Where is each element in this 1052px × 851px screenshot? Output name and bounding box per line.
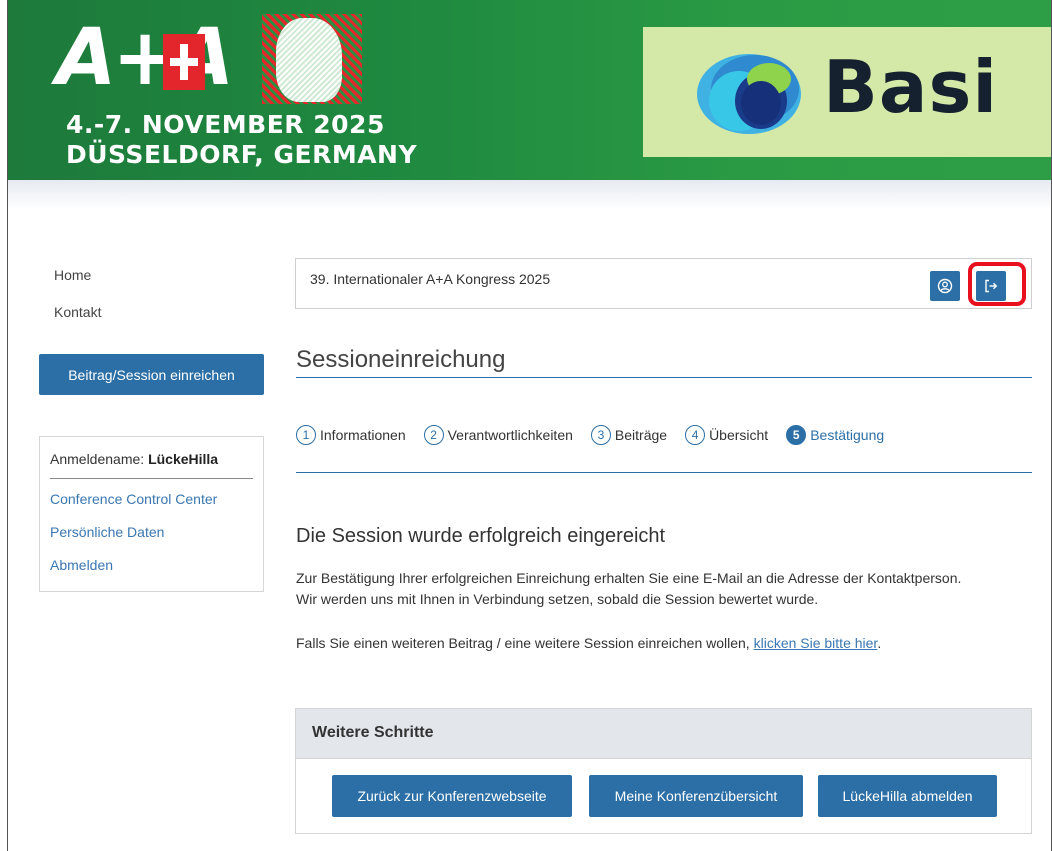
step-number: 5 (786, 425, 807, 445)
step-bestaetigung: 5 Bestätigung (786, 425, 884, 445)
back-to-website-button[interactable]: Zurück zur Konferenzwebseite (332, 775, 572, 817)
header-banner: A+A 4.-7. NOVEMBER 2025 DÜSSELDORF, GERM… (8, 0, 1051, 180)
success-heading: Die Session wurde erfolgreich eingereich… (296, 525, 666, 547)
nav-link-home[interactable]: Home (54, 267, 91, 283)
page-frame: A+A 4.-7. NOVEMBER 2025 DÜSSELDORF, GERM… (7, 0, 1052, 851)
user-logout-button[interactable]: LückeHilla abmelden (818, 775, 997, 817)
confirmation-text: Zur Bestätigung Ihrer erfolgreichen Einr… (296, 568, 1036, 610)
next-steps-title: Weitere Schritte (312, 724, 434, 741)
sponsor-logo-icon (697, 54, 801, 134)
next-steps-header: Weitere Schritte (296, 709, 1031, 759)
submit-session-button[interactable]: Beitrag/Session einreichen (39, 354, 264, 395)
step-label: Bestätigung (810, 427, 885, 443)
sponsor-banner: Basi (643, 27, 1051, 157)
sponsor-name: Basi (823, 45, 998, 129)
next-steps-panel: Weitere Schritte Zurück zur Konferenzweb… (295, 708, 1032, 834)
step-number: 3 (590, 425, 611, 445)
event-date-location: 4.-7. NOVEMBER 2025 DÜSSELDORF, GERMANY (66, 110, 417, 170)
page-title: Sessioneinreichung (296, 346, 506, 373)
step-number: 1 (296, 425, 316, 445)
login-name-label: Anmeldename: (50, 451, 145, 467)
step-beitraege: 3 Beiträge (590, 425, 668, 445)
step-uebersicht: 4 Übersicht (685, 425, 768, 445)
profile-button[interactable] (930, 271, 960, 301)
user-circle-icon (937, 278, 953, 294)
event-logo-cross-icon (163, 34, 205, 90)
banner-shadow (8, 180, 1051, 210)
step-label: Verantwortlichkeiten (447, 427, 573, 443)
logout-highlight-marker (968, 262, 1026, 306)
confirmation-line-2: Wir werden uns mit Ihnen in Verbindung s… (296, 591, 819, 607)
conference-control-center-link[interactable]: Conference Control Center (50, 491, 217, 507)
step-label: Informationen (320, 427, 406, 443)
event-logo-head-icon (276, 18, 342, 102)
login-name: Anmeldename: LückeHilla (50, 451, 218, 467)
step-verantwortlichkeiten: 2 Verantwortlichkeiten (423, 425, 573, 445)
heading-divider (296, 377, 1032, 378)
login-username: LückeHilla (148, 451, 219, 467)
conference-title-bar: 39. Internationaler A+A Kongress 2025 (295, 258, 1032, 309)
logout-link[interactable]: Abmelden (50, 557, 113, 573)
login-panel: Anmeldename: LückeHilla Conference Contr… (39, 436, 264, 592)
personal-data-link[interactable]: Persönliche Daten (50, 524, 164, 540)
conference-title: 39. Internationaler A+A Kongress 2025 (310, 271, 551, 287)
event-date: 4.-7. NOVEMBER 2025 (66, 110, 385, 139)
further-submission-link[interactable]: klicken Sie bitte hier (754, 635, 878, 651)
confirmation-line-1: Zur Bestätigung Ihrer erfolgreichen Einr… (296, 570, 962, 586)
further-text: Falls Sie einen weiteren Beitrag / eine … (296, 635, 754, 651)
nav-link-kontakt[interactable]: Kontakt (54, 304, 101, 320)
step-label: Übersicht (709, 427, 769, 443)
my-conference-overview-button[interactable]: Meine Konferenzübersicht (589, 775, 803, 817)
step-label: Beiträge (614, 427, 668, 443)
step-informationen: 1 Informationen (296, 425, 406, 445)
login-divider (50, 478, 253, 479)
step-number: 2 (423, 425, 444, 445)
further-submission-text: Falls Sie einen weiteren Beitrag / eine … (296, 633, 1036, 654)
step-number: 4 (685, 425, 706, 445)
event-location: DÜSSELDORF, GERMANY (66, 140, 418, 169)
steps-divider (296, 472, 1032, 473)
progress-steps: 1 Informationen 2 Verantwortlichkeiten 3… (296, 423, 902, 447)
further-suffix: . (877, 635, 882, 651)
